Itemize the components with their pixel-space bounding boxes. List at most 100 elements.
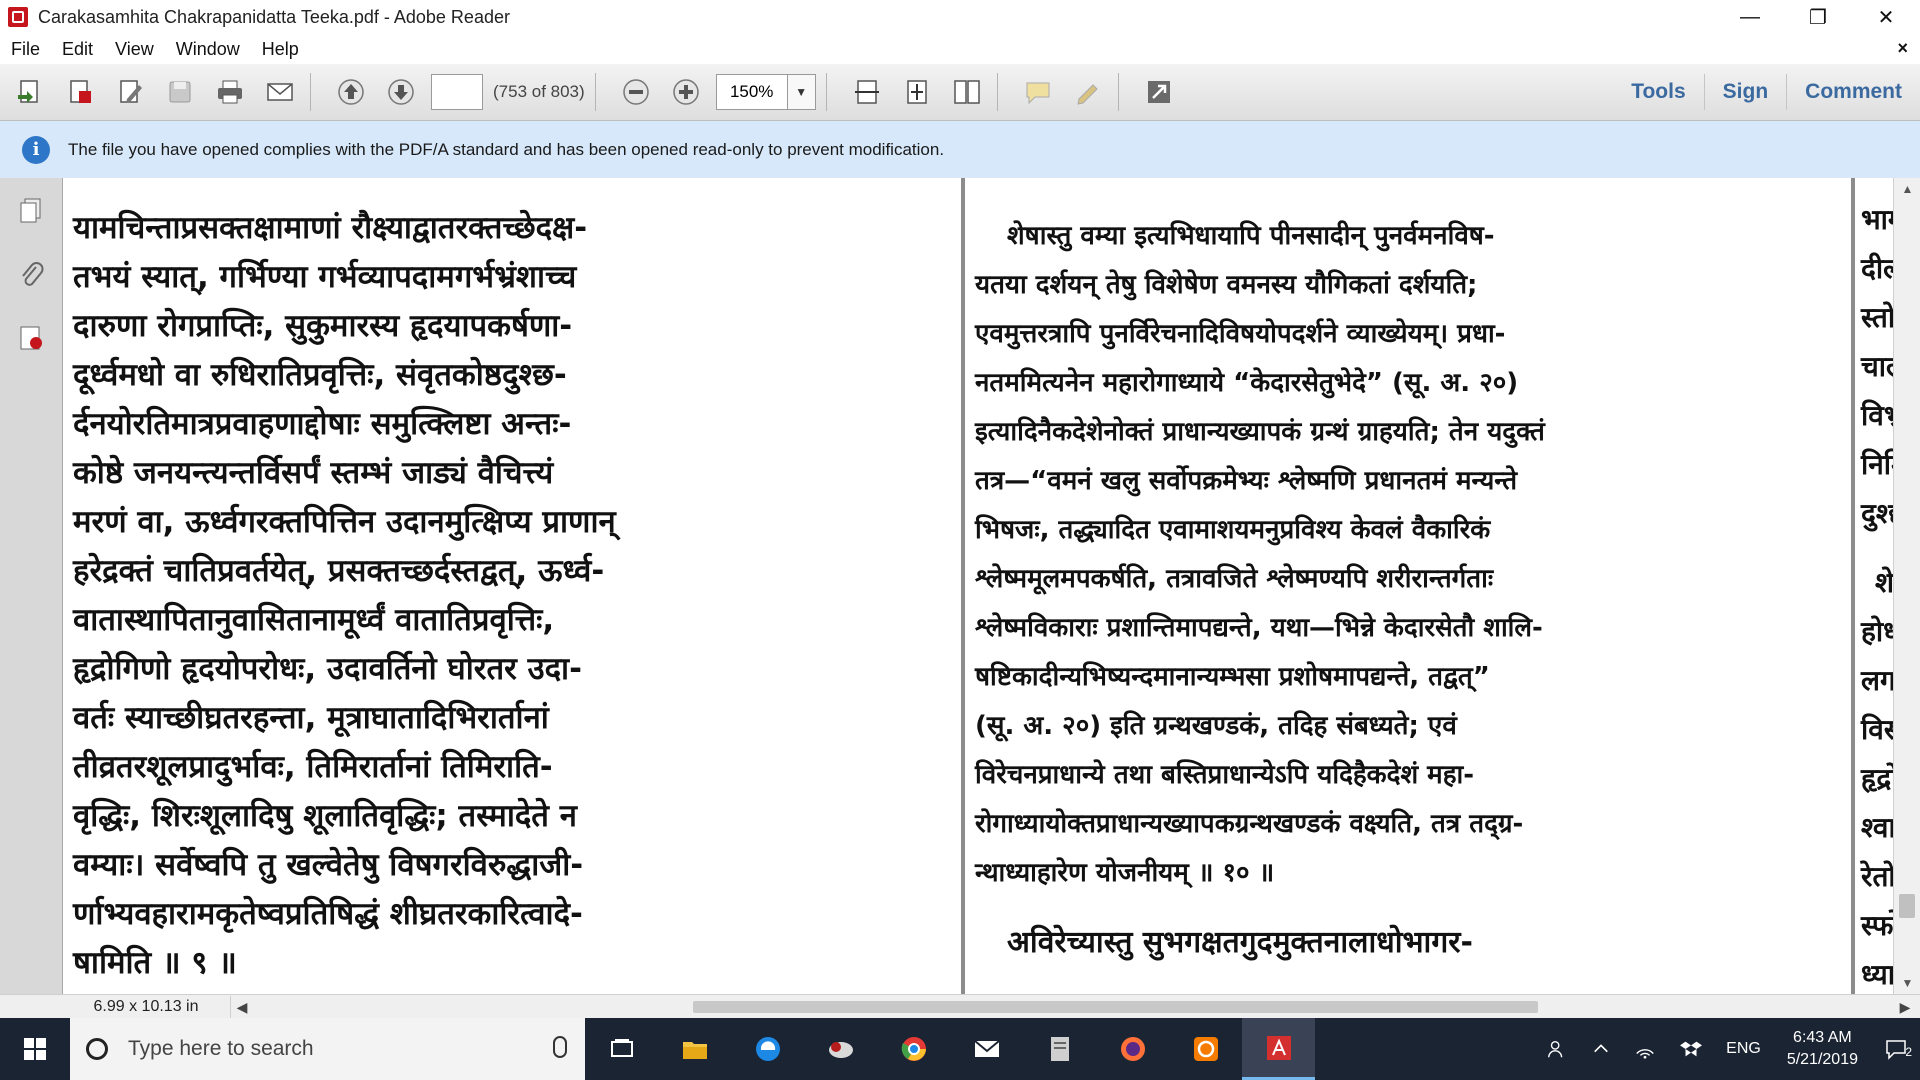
full-screen-button[interactable] (1139, 72, 1179, 112)
text-line: शेष (1875, 566, 1893, 599)
toolbar: (753 of 803) 150% ▼ Tools Sign Comment (0, 64, 1920, 121)
restore-button[interactable]: ❐ (1784, 0, 1852, 34)
system-clock[interactable]: 6:43 AM 5/21/2019 (1773, 1027, 1872, 1071)
arrow-down-circle-icon (388, 79, 414, 105)
scroll-right-arrow-icon[interactable]: ▶ (1890, 999, 1920, 1016)
sticky-note-button[interactable] (1018, 72, 1058, 112)
text-line: होध्वंस (1861, 615, 1893, 648)
paperclip-icon[interactable] (13, 256, 49, 292)
panel-tabs: Tools Sign Comment (1613, 64, 1920, 120)
highlight-button[interactable] (1068, 72, 1108, 112)
arrow-up-circle-icon (338, 79, 364, 105)
horizontal-scroll-thumb[interactable] (693, 1001, 1538, 1013)
menu-help[interactable]: Help (251, 39, 310, 60)
horizontal-scrollbar[interactable] (253, 996, 1890, 1018)
adobe-reader-taskbar-button[interactable] (1242, 1018, 1315, 1080)
action-center-button[interactable]: 2 (1872, 1037, 1920, 1061)
text-line: (सू. अ. २०) इति ग्रन्थखण्डकं, तदिह संबध्… (975, 711, 1457, 741)
firefox-icon (1120, 1037, 1145, 1061)
text-line: वृद्धिः, शिरःशूलादिषु शूलातिवृद्धिः; तस्… (73, 798, 577, 834)
zoom-select[interactable]: 150% ▼ (715, 74, 816, 110)
toolbar-separator (310, 73, 311, 111)
tools-tab[interactable]: Tools (1613, 74, 1703, 110)
text-line: यतया दर्शयन् तेषु विशेषेण वमनस्य यौगिकता… (975, 270, 1478, 300)
next-page-button[interactable] (381, 72, 421, 112)
dropbox-icon[interactable] (1668, 1038, 1714, 1060)
text-line: हृद्रोगिणो हृदयोपरोधः, उदावर्तिनो घोरतर … (73, 651, 582, 687)
system-tray: ENG 6:43 AM 5/21/2019 2 (1534, 1018, 1920, 1080)
window-controls: — ❐ ✕ (1716, 0, 1920, 34)
text-line: स्फोट (1861, 909, 1893, 942)
text-line: कोष्ठे जनयन्त्यन्तर्विसर्पं स्तम्भं जाड्… (73, 455, 554, 491)
expand-icon (1147, 81, 1170, 103)
file-explorer-button[interactable] (658, 1018, 731, 1080)
scroll-up-arrow-icon[interactable]: ▲ (1894, 178, 1920, 200)
zoom-out-button[interactable] (616, 72, 656, 112)
fit-width-button[interactable] (847, 72, 887, 112)
chrome-browser-button[interactable] (877, 1018, 950, 1080)
edit-pdf-button[interactable] (110, 72, 150, 112)
close-document-button[interactable]: × (1897, 38, 1908, 59)
firefox-browser-button[interactable] (1096, 1018, 1169, 1080)
zoom-value[interactable]: 150% (715, 74, 788, 110)
app-snipping-button[interactable] (804, 1018, 877, 1080)
zoom-out-icon (622, 79, 649, 105)
text-line: इत्यादिनैकदेशेनोक्तं प्राधान्यख्यापकं ग्… (975, 417, 1545, 447)
fit-page-button[interactable] (897, 72, 937, 112)
mail-app-button[interactable] (950, 1018, 1023, 1080)
minimize-button[interactable]: — (1716, 0, 1784, 34)
pdfa-info-bar: i The file you have opened complies with… (0, 121, 1920, 179)
input-language[interactable]: ENG (1714, 1040, 1773, 1058)
chevron-down-icon[interactable]: ▼ (787, 74, 816, 110)
zoom-in-button[interactable] (666, 72, 706, 112)
scroll-left-arrow-icon[interactable]: ◀ (231, 999, 253, 1016)
taskbar-search[interactable]: Type here to search (70, 1018, 585, 1080)
scroll-down-arrow-icon[interactable]: ▼ (1894, 972, 1920, 994)
adobe-reader-icon (8, 7, 28, 27)
signatures-icon[interactable] (13, 320, 49, 356)
email-button[interactable] (260, 72, 300, 112)
comment-tab[interactable]: Comment (1786, 74, 1920, 110)
save-button[interactable] (160, 72, 200, 112)
page-number-input[interactable] (431, 74, 483, 110)
edge-browser-button[interactable] (731, 1018, 804, 1080)
text-line: भागरक्त (1861, 203, 1893, 236)
text-line: श्लेष्ममूलमपकर्षति, तत्रावजिते श्लेष्मण्… (975, 564, 1494, 594)
flower-app-button[interactable] (1169, 1018, 1242, 1080)
menu-edit[interactable]: Edit (51, 39, 104, 60)
windows-logo-icon (24, 1038, 46, 1060)
task-view-button[interactable] (585, 1018, 658, 1080)
menu-window[interactable]: Window (165, 39, 251, 60)
vertical-scroll-thumb[interactable] (1899, 894, 1915, 918)
page-thumbnails-icon[interactable] (13, 192, 49, 228)
pdf-page-left: यामचिन्ताप्रसक्तक्षामाणां रौक्ष्याद्वातर… (63, 178, 961, 994)
task-view-icon (610, 1039, 633, 1057)
previous-page-button[interactable] (331, 72, 371, 112)
two-page-view-button[interactable] (947, 72, 987, 112)
microphone-icon[interactable] (553, 1036, 567, 1058)
clock-date: 5/21/2019 (1786, 1051, 1858, 1068)
people-icon[interactable] (1534, 1038, 1580, 1060)
chevron-up-icon[interactable] (1580, 1040, 1622, 1058)
text-line: लगण्ड (1861, 664, 1893, 697)
export-pdf-button[interactable] (60, 72, 100, 112)
vertical-scrollbar[interactable]: ▲ ▼ (1893, 178, 1920, 994)
text-line: एवमुत्तरत्रापि पुनर्विरेचनादिविषयोपदर्शन… (975, 319, 1506, 349)
menu-file[interactable]: File (0, 39, 51, 60)
sign-tab[interactable]: Sign (1703, 74, 1787, 110)
document-view[interactable]: यामचिन्ताप्रसक्तक्षामाणां रौक्ष्याद्वातर… (63, 178, 1893, 994)
wifi-icon[interactable] (1622, 1038, 1668, 1060)
fit-page-icon (906, 80, 927, 104)
create-pdf-button[interactable] (10, 72, 50, 112)
text-line: मरणं वा, ऊर्ध्वगरक्तपित्तिन उदानमुत्क्षि… (73, 504, 616, 540)
close-button[interactable]: ✕ (1852, 0, 1920, 34)
flower-app-icon (1193, 1037, 1218, 1061)
toolbar-separator (1117, 73, 1119, 111)
text-line: रेतोदो (1861, 860, 1893, 893)
notes-app-button[interactable] (1023, 1018, 1096, 1080)
menu-view[interactable]: View (104, 39, 165, 60)
info-message: The file you have opened complies with t… (68, 139, 945, 159)
acrobat-icon (1266, 1035, 1291, 1060)
start-button[interactable] (0, 1018, 70, 1080)
print-button[interactable] (210, 72, 250, 112)
